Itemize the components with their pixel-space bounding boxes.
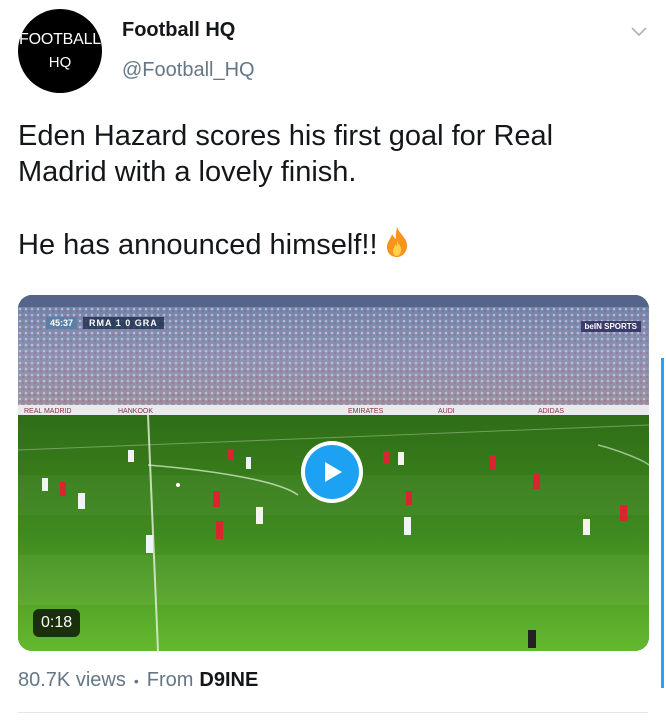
svg-text:HANKOOK: HANKOOK xyxy=(118,408,153,415)
match-clock: 45:37 xyxy=(46,317,78,329)
scoreboard-overlay: 45:37 RMA 1 0 GRA xyxy=(46,317,164,329)
user-handle[interactable]: @Football_HQ xyxy=(122,59,255,82)
svg-text:EMIRATES: EMIRATES xyxy=(348,408,384,415)
video-player[interactable]: REAL MADRID HANKOOK EMIRATES AUDI ADIDAS… xyxy=(18,295,649,651)
from-label: From xyxy=(146,669,194,691)
svg-text:AUDI: AUDI xyxy=(438,408,455,415)
separator-dot: • xyxy=(133,672,139,689)
play-icon xyxy=(305,445,359,499)
channel-logo: beIN SPORTS xyxy=(580,321,641,332)
play-button[interactable] xyxy=(301,441,363,503)
scrollbar[interactable] xyxy=(661,358,664,688)
svg-text:REAL MADRID: REAL MADRID xyxy=(24,408,72,415)
fire-icon xyxy=(386,227,407,257)
play-triangle-icon xyxy=(325,462,342,482)
display-name[interactable]: Football HQ xyxy=(122,19,235,42)
video-duration: 0:18 xyxy=(33,609,81,637)
source-link[interactable]: D9INE xyxy=(199,669,258,692)
svg-text:ADIDAS: ADIDAS xyxy=(538,408,564,415)
match-score: RMA 1 0 GRA xyxy=(83,317,164,329)
divider xyxy=(18,712,648,713)
tweet-text: Eden Hazard scores his first goal for Re… xyxy=(18,118,648,263)
tweet-line-1: Eden Hazard scores his first goal for Re… xyxy=(18,120,554,188)
chevron-down-icon[interactable] xyxy=(630,24,648,38)
view-count: 80.7K views xyxy=(18,669,126,691)
tweet-stats: 80.7K views • From D9INE xyxy=(18,669,258,692)
avatar-line-1: FOOTBALL xyxy=(19,31,101,49)
tweet-line-2-text: He has announced himself!! xyxy=(18,229,378,261)
tweet-line-2: He has announced himself!! xyxy=(18,226,648,263)
avatar[interactable]: FOOTBALL HQ xyxy=(18,9,102,93)
avatar-line-2: HQ xyxy=(48,53,72,71)
